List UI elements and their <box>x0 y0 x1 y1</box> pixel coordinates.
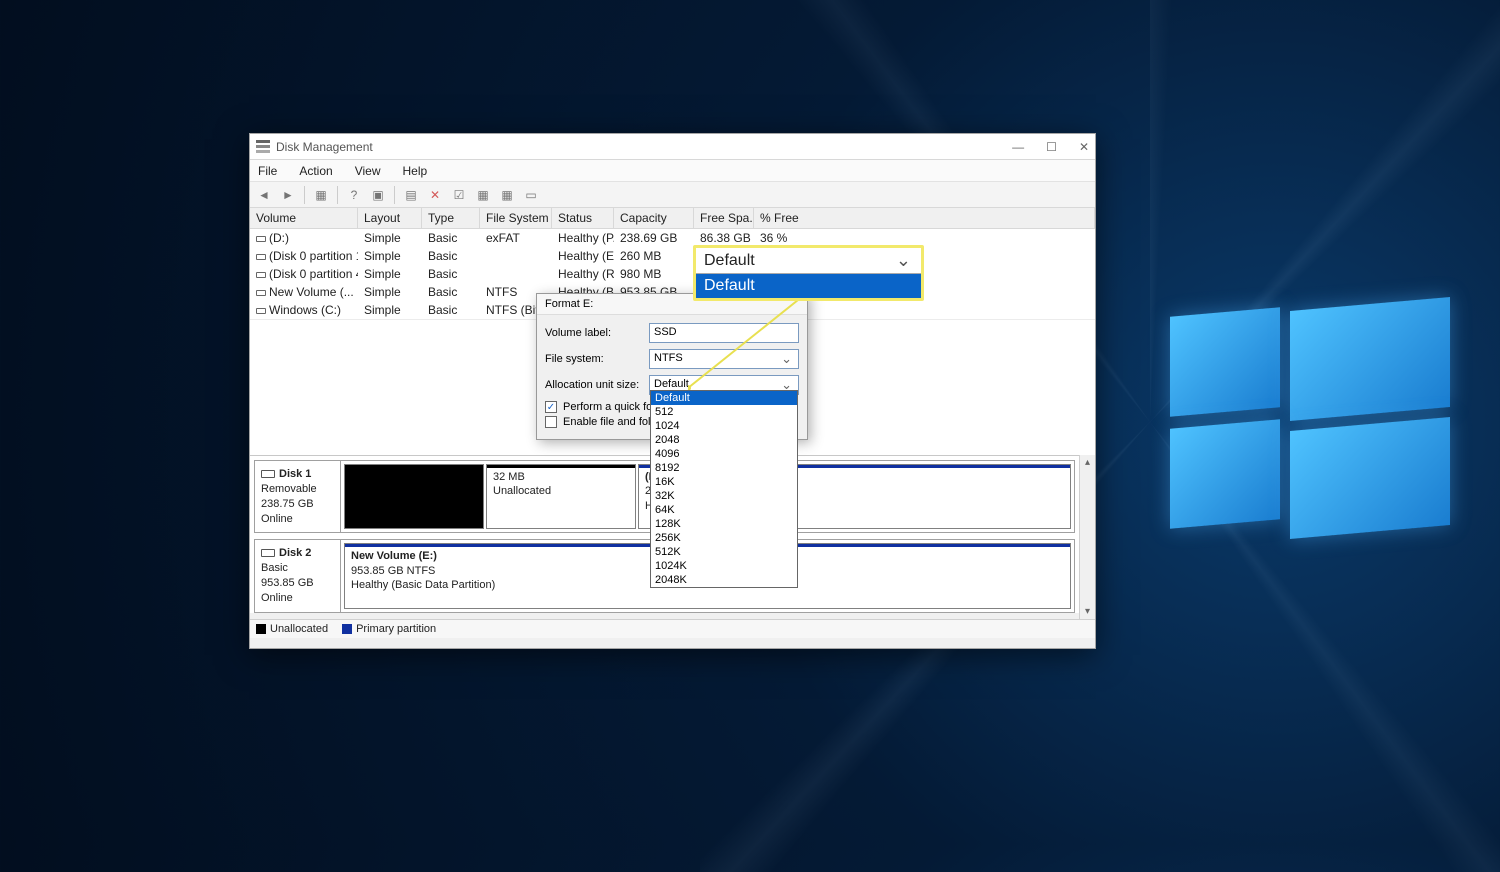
table-row[interactable]: (D:)SimpleBasicexFATHealthy (P...238.69 … <box>250 229 1095 247</box>
dropdown-option[interactable]: 4096 <box>651 447 797 461</box>
dropdown-option[interactable]: 128K <box>651 517 797 531</box>
dropdown-option[interactable]: 256K <box>651 531 797 545</box>
legend-swatch-unallocated <box>256 624 266 634</box>
refresh-icon[interactable]: ▣ <box>368 185 388 205</box>
dropdown-option[interactable]: 16K <box>651 475 797 489</box>
delete-icon[interactable]: ✕ <box>425 185 445 205</box>
disk-2-label[interactable]: Disk 2 Basic 953.85 GB Online <box>255 540 341 611</box>
dropdown-option[interactable]: 2048 <box>651 433 797 447</box>
allocation-unit-size-dropdown[interactable]: Default512102420484096819216K32K64K128K2… <box>650 390 798 588</box>
volume-icon <box>256 254 266 260</box>
app-icon <box>256 140 270 154</box>
disk1-unallocated[interactable]: 32 MB Unallocated <box>486 464 636 529</box>
disk-1-label[interactable]: Disk 1 Removable 238.75 GB Online <box>255 461 341 532</box>
dropdown-option[interactable]: 2048K <box>651 573 797 587</box>
col-volume[interactable]: Volume <box>250 208 358 228</box>
toolbar-icon[interactable]: ▦ <box>497 185 517 205</box>
col-status[interactable]: Status <box>552 208 614 228</box>
toolbar-icon[interactable]: ▤ <box>401 185 421 205</box>
legend-swatch-primary <box>342 624 352 634</box>
minimize-button[interactable]: — <box>1012 140 1024 154</box>
dropdown-option[interactable]: 512 <box>651 405 797 419</box>
dropdown-option[interactable]: 32K <box>651 489 797 503</box>
toolbar-icon[interactable]: ▦ <box>473 185 493 205</box>
toolbar-icon[interactable]: ▭ <box>521 185 541 205</box>
scrollbar[interactable]: ▴ ▾ <box>1079 455 1095 619</box>
volume-label-label: Volume label: <box>545 327 649 339</box>
menu-file[interactable]: File <box>254 162 281 180</box>
file-system-label: File system: <box>545 353 649 365</box>
checkbox-icon: ✓ <box>545 401 557 413</box>
callout-selected-option[interactable]: Default <box>696 274 921 298</box>
dropdown-option[interactable]: 1024 <box>651 419 797 433</box>
disk1-black-stripe[interactable] <box>344 464 484 529</box>
volume-icon <box>256 272 266 278</box>
toolbar-icon[interactable]: ▦ <box>311 185 331 205</box>
disk-icon <box>261 470 275 478</box>
table-row[interactable]: (Disk 0 partition 1)SimpleBasicHealthy (… <box>250 247 1095 265</box>
scroll-down-icon[interactable]: ▾ <box>1085 606 1090 617</box>
volume-icon <box>256 290 266 296</box>
allocation-unit-size-label: Allocation unit size: <box>545 379 649 391</box>
table-row[interactable]: (Disk 0 partition 4)SimpleBasicHealthy (… <box>250 265 1095 283</box>
dropdown-option[interactable]: 8192 <box>651 461 797 475</box>
dropdown-option[interactable]: Default <box>651 391 797 405</box>
help-icon[interactable]: ? <box>344 185 364 205</box>
volume-icon <box>256 308 266 314</box>
titlebar[interactable]: Disk Management — ☐ ✕ <box>250 134 1095 160</box>
allocation-size-callout: Default Default <box>693 245 924 301</box>
toolbar: ◄ ► ▦ ? ▣ ▤ ✕ ☑ ▦ ▦ ▭ <box>250 182 1095 208</box>
legend: Unallocated Primary partition <box>250 619 1095 638</box>
volume-icon <box>256 236 266 242</box>
col-capacity[interactable]: Capacity <box>614 208 694 228</box>
col-layout[interactable]: Layout <box>358 208 422 228</box>
col-fs[interactable]: File System <box>480 208 552 228</box>
menubar: File Action View Help <box>250 160 1095 182</box>
menu-view[interactable]: View <box>351 162 385 180</box>
dropdown-option[interactable]: 1024K <box>651 559 797 573</box>
menu-help[interactable]: Help <box>399 162 432 180</box>
volume-label-input[interactable]: SSD <box>649 323 799 343</box>
scroll-up-icon[interactable]: ▴ <box>1085 457 1090 468</box>
checkbox-icon <box>545 416 557 428</box>
col-pfree[interactable]: % Free <box>754 208 1095 228</box>
dropdown-option[interactable]: 64K <box>651 503 797 517</box>
window-title: Disk Management <box>276 140 373 154</box>
callout-combo[interactable]: Default <box>696 248 921 274</box>
back-button[interactable]: ◄ <box>254 185 274 205</box>
col-free[interactable]: Free Spa... <box>694 208 754 228</box>
maximize-button[interactable]: ☐ <box>1046 140 1057 154</box>
toolbar-icon[interactable]: ☑ <box>449 185 469 205</box>
dropdown-option[interactable]: 512K <box>651 545 797 559</box>
menu-action[interactable]: Action <box>295 162 336 180</box>
forward-button[interactable]: ► <box>278 185 298 205</box>
disk-icon <box>261 549 275 557</box>
col-type[interactable]: Type <box>422 208 480 228</box>
close-button[interactable]: ✕ <box>1079 140 1089 154</box>
file-system-combo[interactable]: NTFS <box>649 349 799 369</box>
